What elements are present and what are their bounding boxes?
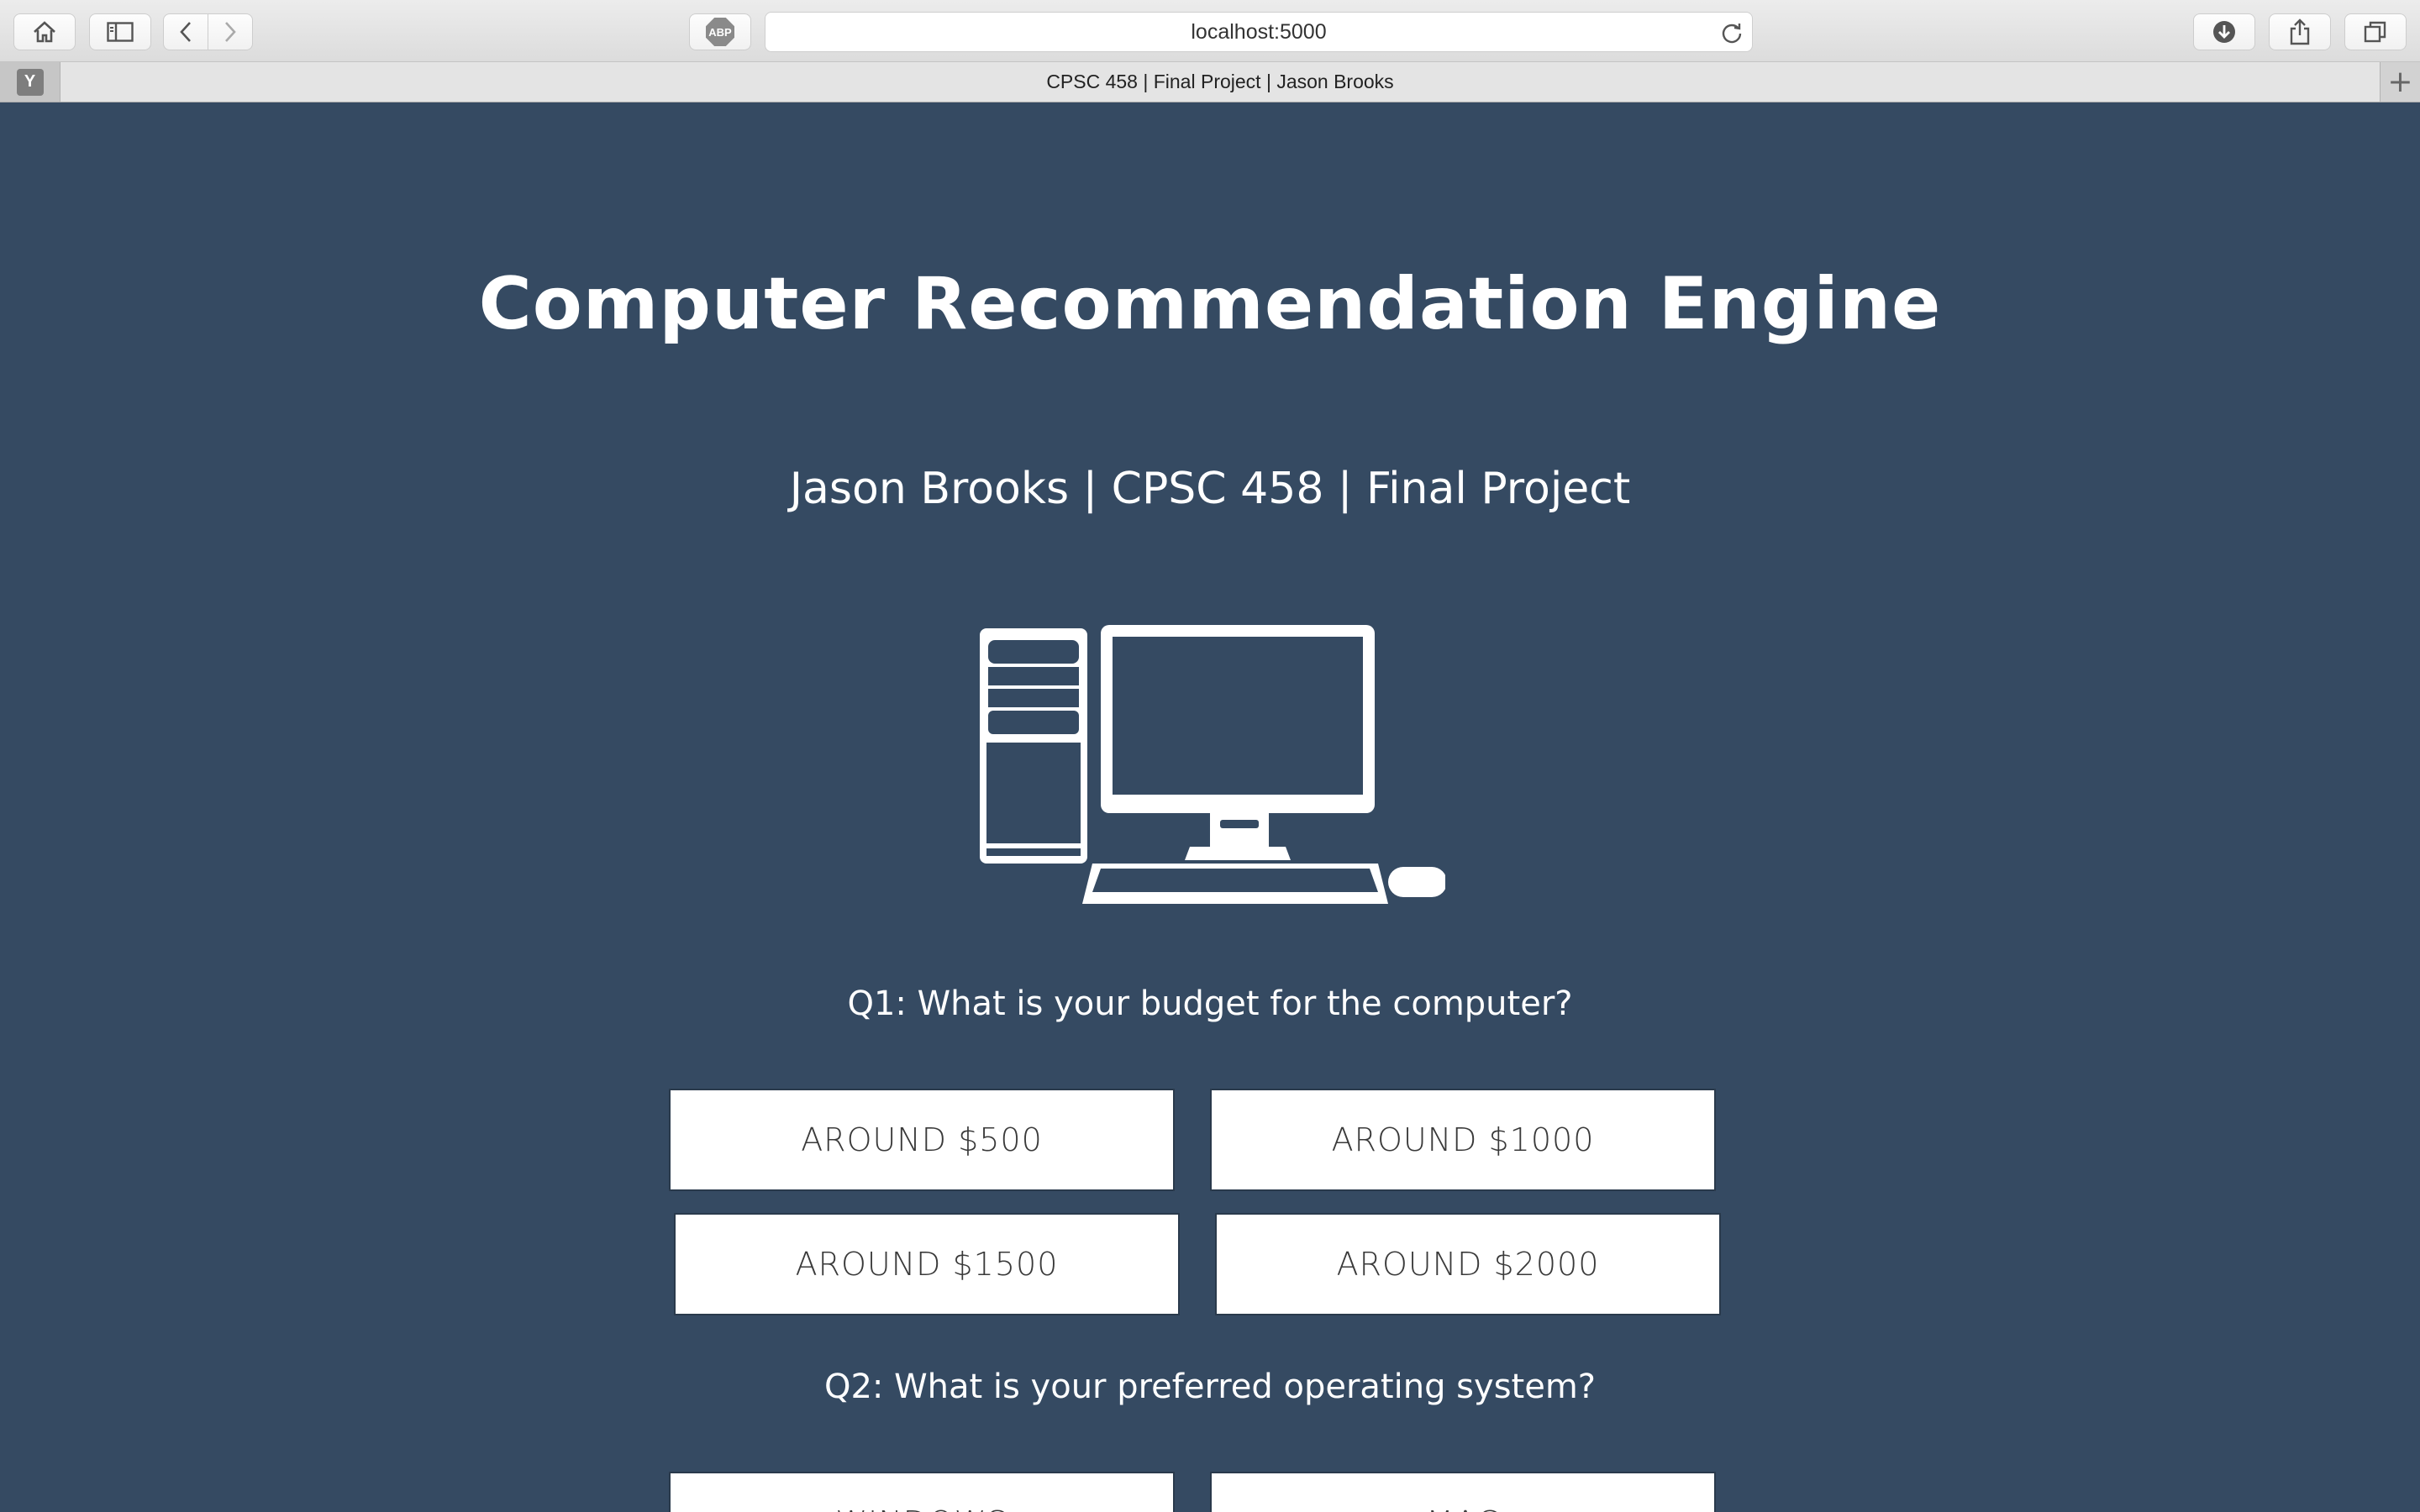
- desktop-computer-icon: [980, 625, 1445, 904]
- question-operating-system: Q2: What is your preferred operating sys…: [823, 1368, 1597, 1406]
- adblock-icon: ABP: [706, 18, 734, 46]
- page-content: Computer Recommendation Engine Jason Bro…: [0, 102, 2420, 1512]
- chevron-right-icon: [225, 22, 236, 42]
- share-button[interactable]: [2269, 13, 2331, 50]
- page-subtitle: Jason Brooks | CPSC 458 | Final Project: [789, 464, 1631, 514]
- url-text: localhost:5000: [1191, 19, 1327, 44]
- pinned-tab[interactable]: Y: [0, 62, 60, 102]
- forward-button[interactable]: [208, 13, 253, 50]
- option-budget-500[interactable]: AROUND $500: [669, 1089, 1175, 1191]
- tabs-icon: [2364, 21, 2386, 43]
- share-icon: [2290, 18, 2310, 45]
- page-title: Computer Recommendation Engine: [478, 262, 1942, 346]
- option-budget-2000[interactable]: AROUND $2000: [1215, 1213, 1721, 1315]
- question-budget: Q1: What is your budget for the computer…: [847, 984, 1573, 1023]
- adblock-button[interactable]: ABP: [689, 13, 751, 50]
- favicon-icon: Y: [16, 68, 44, 96]
- option-os-mac[interactable]: MAC: [1210, 1472, 1716, 1512]
- active-tab[interactable]: CPSC 458 | Final Project | Jason Brooks: [60, 62, 2380, 102]
- home-button[interactable]: [13, 13, 76, 50]
- tab-title: CPSC 458 | Final Project | Jason Brooks: [1046, 71, 1394, 92]
- option-budget-1500[interactable]: AROUND $1500: [674, 1213, 1180, 1315]
- sidebar-icon: [107, 22, 134, 42]
- home-icon: [34, 21, 55, 43]
- browser-toolbar: ABP localhost:5000: [0, 0, 2420, 62]
- chevron-left-icon: [180, 22, 191, 42]
- download-icon: [2213, 21, 2235, 43]
- new-tab-button[interactable]: +: [2380, 62, 2420, 102]
- tab-strip: Y CPSC 458 | Final Project | Jason Brook…: [0, 62, 2420, 102]
- sidebar-button[interactable]: [89, 13, 151, 50]
- reload-icon[interactable]: [1720, 21, 1744, 45]
- option-budget-1000[interactable]: AROUND $1000: [1210, 1089, 1716, 1191]
- option-os-windows[interactable]: WINDOWS: [669, 1472, 1175, 1512]
- address-bar[interactable]: localhost:5000: [765, 12, 1753, 52]
- tab-overview-button[interactable]: [2344, 13, 2407, 50]
- downloads-button[interactable]: [2193, 13, 2255, 50]
- back-button[interactable]: [163, 13, 208, 50]
